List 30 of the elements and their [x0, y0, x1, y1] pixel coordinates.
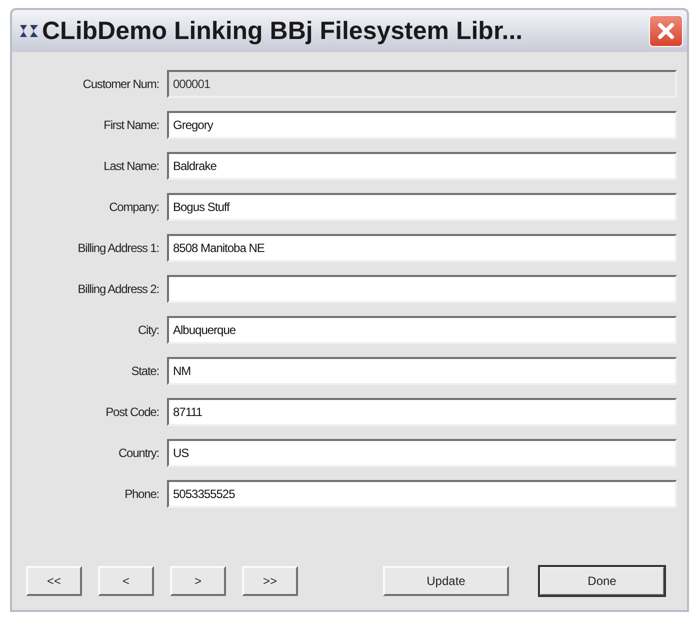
- field-label: Billing Address 1:: [76, 241, 160, 255]
- text-field[interactable]: 8508 Manitoba NE: [167, 234, 677, 262]
- field-label: Customer Num:: [82, 77, 160, 91]
- field-label: Phone:: [124, 487, 160, 501]
- field-label: Billing Address 2:: [76, 282, 160, 296]
- navigation-button[interactable]: <: [98, 566, 154, 596]
- navigation-button[interactable]: <<: [26, 566, 82, 596]
- close-button[interactable]: [649, 15, 683, 47]
- close-icon: [655, 20, 677, 42]
- window-title: CLibDemo Linking BBj Filesystem Libr...: [42, 16, 524, 46]
- text-field[interactable]: US: [167, 439, 677, 467]
- text-field[interactable]: Gregory: [167, 111, 677, 139]
- field-label: Company:: [108, 200, 160, 214]
- text-field[interactable]: [167, 275, 677, 303]
- navigation-button[interactable]: >: [170, 566, 226, 596]
- field-label: Post Code:: [104, 405, 160, 419]
- action-button[interactable]: Done: [539, 566, 665, 596]
- field-label: City:: [136, 323, 160, 337]
- text-field[interactable]: 5053355525: [167, 480, 677, 508]
- field-label: Last Name:: [102, 159, 160, 173]
- field-label: State:: [130, 364, 160, 378]
- field-label: First Name:: [102, 118, 160, 132]
- text-field[interactable]: Albuquerque: [167, 316, 677, 344]
- text-field[interactable]: Bogus Stuff: [167, 193, 677, 221]
- action-button[interactable]: Update: [383, 566, 509, 596]
- field-label: Country:: [117, 446, 160, 460]
- text-field[interactable]: 87111: [167, 398, 677, 426]
- text-field[interactable]: Baldrake: [167, 152, 677, 180]
- text-field[interactable]: NM: [167, 357, 677, 385]
- navigation-button[interactable]: >>: [242, 566, 298, 596]
